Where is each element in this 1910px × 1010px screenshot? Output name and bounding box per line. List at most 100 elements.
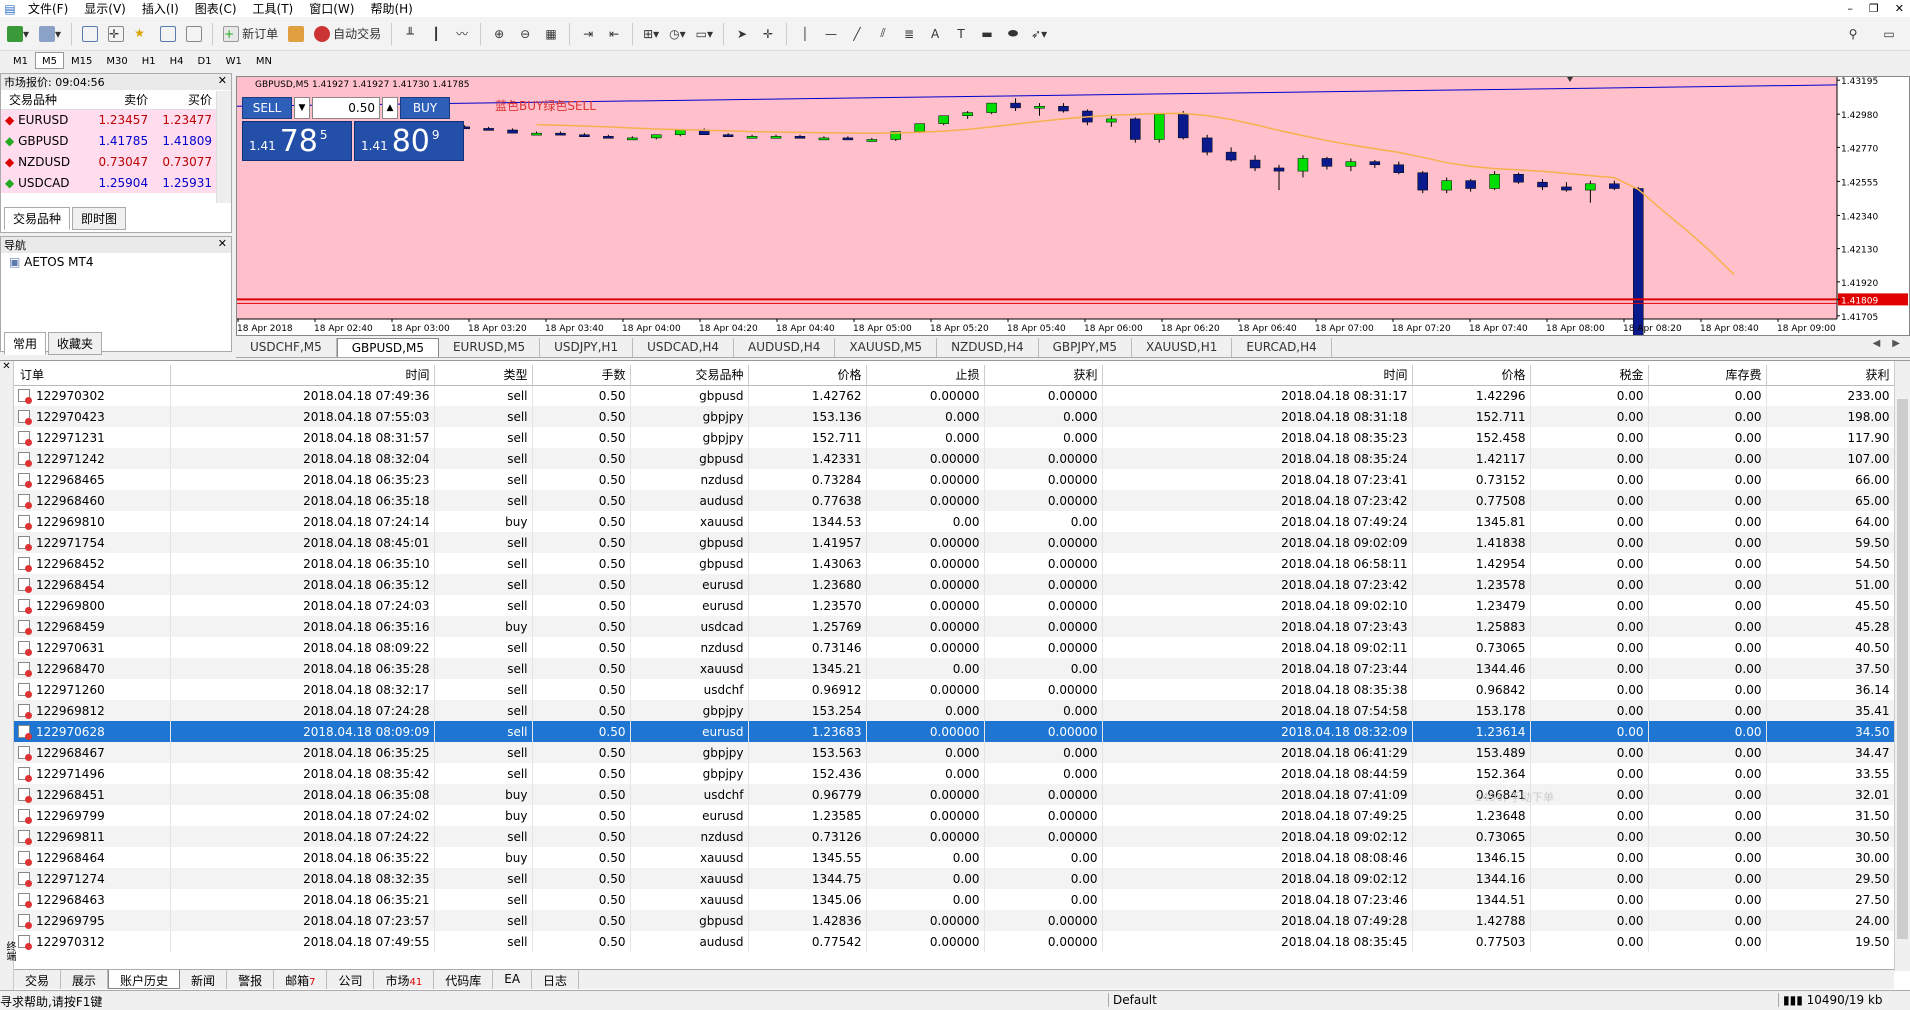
- market-watch-row[interactable]: ◆ EURUSD 1.23457 1.23477: [1, 109, 216, 130]
- table-row[interactable]: 122970631 2018.04.18 08:09:22 sell 0.50 nzdu…: [14, 637, 1895, 658]
- market-watch-header-symbol[interactable]: 交易品种: [1, 90, 89, 110]
- history-scrollbar[interactable]: [1894, 361, 1910, 971]
- market-watch-row[interactable]: ◆ USDCAD 1.25904 1.25931: [1, 172, 216, 193]
- new-chart-icon[interactable]: ▾: [4, 23, 32, 45]
- chart-tab-xauusd-h1[interactable]: XAUUSD,H1: [1132, 338, 1233, 357]
- table-row[interactable]: 122971231 2018.04.18 08:31:57 sell 0.50 gbpj…: [14, 427, 1895, 448]
- chart-tab-gbpjpy-m5[interactable]: GBPJPY,M5: [1039, 338, 1133, 357]
- fibonacci-icon[interactable]: ≣: [898, 23, 920, 45]
- chart-shift-icon[interactable]: ⇤: [603, 23, 625, 45]
- vertical-line-icon[interactable]: │: [794, 23, 816, 45]
- channel-icon[interactable]: ⫽: [872, 23, 894, 45]
- zoom-out-icon[interactable]: ⊖: [514, 23, 536, 45]
- tab-favorites[interactable]: 收藏夹: [48, 332, 103, 355]
- market-watch-icon[interactable]: [79, 23, 101, 45]
- chart-tab-usdjpy-h1[interactable]: USDJPY,H1: [540, 338, 634, 357]
- table-row[interactable]: 122971754 2018.04.18 08:45:01 sell 0.50 gbpu…: [14, 532, 1895, 553]
- ellipse-icon[interactable]: ⬬: [1002, 23, 1024, 45]
- tab-symbols[interactable]: 交易品种: [4, 207, 71, 230]
- chart-tab-gbpusd-m5[interactable]: GBPUSD,M5: [336, 338, 439, 357]
- table-row[interactable]: 122971274 2018.04.18 08:32:35 sell 0.50 xauu…: [14, 868, 1895, 889]
- bar-chart-icon[interactable]: ╨: [399, 23, 421, 45]
- table-row[interactable]: 122968467 2018.04.18 06:35:25 sell 0.50 gbpj…: [14, 742, 1895, 763]
- table-row[interactable]: 122970302 2018.04.18 07:49:36 sell 0.50 gbpu…: [14, 385, 1895, 406]
- history-header-0[interactable]: 订单: [14, 365, 171, 386]
- chart-tab-eurusd-m5[interactable]: EURUSD,M5: [439, 338, 541, 357]
- history-header-5[interactable]: 价格: [748, 365, 867, 386]
- table-row[interactable]: 122969811 2018.04.18 07:24:22 sell 0.50 nzdu…: [14, 826, 1895, 847]
- indicators-icon[interactable]: ⊞▾: [640, 23, 662, 45]
- history-header-3[interactable]: 手数: [532, 365, 631, 386]
- close-icon[interactable]: ✕: [218, 237, 227, 253]
- history-header-7[interactable]: 获利: [984, 365, 1103, 386]
- buy-price[interactable]: 1.41 80 9: [354, 121, 464, 161]
- table-row[interactable]: 122968459 2018.04.18 06:35:16 buy 0.50 usdca…: [14, 616, 1895, 637]
- market-watch-scrollbar[interactable]: [216, 91, 231, 203]
- timeframe-h1[interactable]: H1: [135, 52, 163, 69]
- timeframe-m5[interactable]: M5: [35, 52, 64, 69]
- menu-tools[interactable]: 工具(T): [245, 0, 302, 17]
- menu-help[interactable]: 帮助(H): [362, 0, 420, 17]
- close-icon[interactable]: ✕: [1895, 2, 1904, 15]
- chart-tab-eurcad-h4[interactable]: EURCAD,H4: [1232, 338, 1332, 357]
- history-header-11[interactable]: 库存费: [1648, 365, 1767, 386]
- templates-icon[interactable]: ▭▾: [693, 23, 716, 45]
- table-row[interactable]: 122969799 2018.04.18 07:24:02 buy 0.50 eurus…: [14, 805, 1895, 826]
- terminal-tab-8[interactable]: 代码库: [434, 970, 494, 989]
- terminal-tab-9[interactable]: EA: [493, 970, 533, 989]
- timeframe-m30[interactable]: M30: [99, 52, 134, 69]
- timeframe-m15[interactable]: M15: [64, 52, 99, 69]
- history-header-10[interactable]: 税金: [1530, 365, 1649, 386]
- terminal-tab-3[interactable]: 新闻: [180, 970, 228, 989]
- chart-tab-usdcad-h4[interactable]: USDCAD,H4: [633, 338, 735, 357]
- history-header-4[interactable]: 交易品种: [630, 365, 749, 386]
- line-chart-icon[interactable]: 〰: [451, 23, 473, 45]
- chart-tab-audusd-h4[interactable]: AUDUSD,H4: [734, 338, 836, 357]
- sell-button[interactable]: SELL: [242, 97, 292, 119]
- table-row[interactable]: 122970423 2018.04.18 07:55:03 sell 0.50 gbpj…: [14, 406, 1895, 427]
- close-icon[interactable]: ✕: [0, 361, 13, 372]
- market-watch-row[interactable]: ◆ NZDUSD 0.73047 0.73077: [1, 151, 216, 172]
- history-header-9[interactable]: 价格: [1412, 365, 1531, 386]
- close-icon[interactable]: ✕: [218, 74, 227, 90]
- table-row[interactable]: 122969812 2018.04.18 07:24:28 sell 0.50 gbpj…: [14, 700, 1895, 721]
- text-label-icon[interactable]: T: [950, 23, 972, 45]
- cursor-icon[interactable]: ➤: [731, 23, 753, 45]
- tab-common[interactable]: 常用: [4, 332, 47, 355]
- market-watch-header-ask[interactable]: 买价: [152, 90, 216, 110]
- restore-icon[interactable]: ❐: [1869, 2, 1879, 15]
- buy-button[interactable]: BUY: [400, 97, 450, 119]
- sell-price[interactable]: 1.41 78 5: [242, 121, 352, 161]
- history-header-12[interactable]: 获利: [1766, 365, 1895, 386]
- chart-tab-nzdusd-h4[interactable]: NZDUSD,H4: [937, 338, 1039, 357]
- terminal-tab-7[interactable]: 市场41: [374, 970, 435, 989]
- table-row[interactable]: 122968464 2018.04.18 06:35:22 buy 0.50 xauus…: [14, 847, 1895, 868]
- table-row[interactable]: 122968465 2018.04.18 06:35:23 sell 0.50 nzdu…: [14, 469, 1895, 490]
- terminal-tab-1[interactable]: 展示: [61, 970, 109, 989]
- rectangle-icon[interactable]: ▬: [976, 23, 998, 45]
- tile-windows-icon[interactable]: ▦: [540, 23, 562, 45]
- table-row[interactable]: 122968452 2018.04.18 06:35:10 sell 0.50 gbpu…: [14, 553, 1895, 574]
- crosshair-icon[interactable]: ✛: [757, 23, 779, 45]
- table-row[interactable]: 122971242 2018.04.18 08:32:04 sell 0.50 gbpu…: [14, 448, 1895, 469]
- terminal-tab-10[interactable]: 日志: [532, 970, 580, 989]
- terminal-icon[interactable]: [157, 23, 179, 45]
- auto-scroll-icon[interactable]: ⇥: [577, 23, 599, 45]
- table-row[interactable]: 122968460 2018.04.18 06:35:18 sell 0.50 audu…: [14, 490, 1895, 511]
- menu-view[interactable]: 显示(V): [76, 0, 134, 17]
- market-watch-header-bid[interactable]: 卖价: [88, 90, 153, 110]
- navigator-icon[interactable]: ★: [131, 23, 153, 45]
- terminal-tab-5[interactable]: 邮箱7: [274, 970, 328, 989]
- zoom-in-icon[interactable]: ⊕: [488, 23, 510, 45]
- terminal-tab-2[interactable]: 账户历史: [108, 970, 181, 989]
- chart-tab-xauusd-m5[interactable]: XAUUSD,M5: [835, 338, 938, 357]
- price-chart[interactable]: 1.43195 1.42980 1.42770 1.42555 1.42340 1.421…: [237, 77, 1909, 335]
- text-icon[interactable]: A: [924, 23, 946, 45]
- menu-window[interactable]: 窗口(W): [301, 0, 362, 17]
- menu-insert[interactable]: 插入(I): [134, 0, 187, 17]
- new-order-button[interactable]: + 新订单: [220, 23, 281, 45]
- terminal-tab-0[interactable]: 交易: [14, 970, 62, 989]
- market-watch-row[interactable]: ◆ GBPUSD 1.41785 1.41809: [1, 130, 216, 151]
- scrollbar-thumb[interactable]: [1897, 399, 1908, 939]
- table-row[interactable]: 122970312 2018.04.18 07:49:55 sell 0.50 audu…: [14, 931, 1895, 952]
